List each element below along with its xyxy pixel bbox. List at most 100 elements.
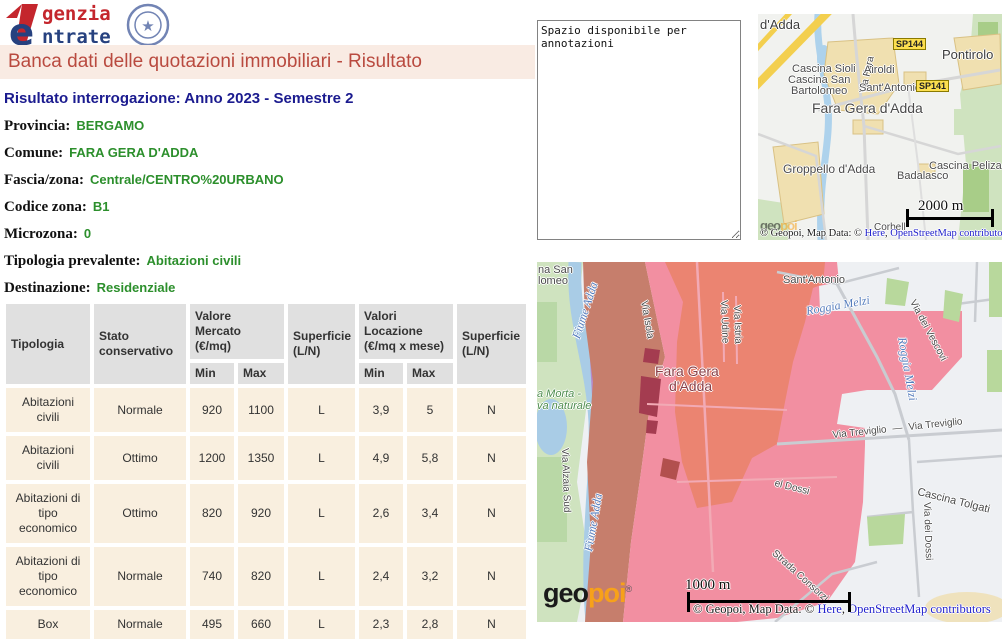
cell: Ottimo — [94, 436, 186, 480]
field-label: Destinazione: — [4, 280, 91, 296]
cell: Abitazioni civili — [6, 388, 90, 432]
map-label-morta-clipped: a Morta - — [537, 388, 581, 400]
cell: 3,2 — [407, 547, 453, 606]
map-label-via-udine: Via Udine — [718, 300, 731, 344]
agenzia-entrate-logo-icon: e genzia ntrate ★ — [6, 2, 186, 48]
geopoi-geo: geo — [543, 578, 588, 608]
col-tipologia: Tipologia — [6, 304, 90, 384]
road-dash: — — [892, 423, 903, 435]
field-comune: Comune: FARA GERA D'ADDA — [4, 139, 524, 166]
cell: 740 — [190, 547, 234, 606]
result-title: Risultato interrogazione: Anno 2023 - Se… — [4, 90, 354, 107]
cell: 820 — [190, 484, 234, 543]
cell: 1200 — [190, 436, 234, 480]
here-link[interactable]: Here — [865, 228, 885, 239]
field-label: Microzona: — [4, 226, 78, 242]
field-label: Codice zona: — [4, 199, 87, 215]
osm-link[interactable]: OpenStreetMap contributors — [848, 602, 991, 616]
italy-emblem-icon: ★ — [128, 5, 168, 45]
field-value: FARA GERA D'ADDA — [69, 145, 198, 160]
col-min: Min — [190, 363, 234, 384]
cell: 920 — [238, 484, 284, 543]
table-row: BoxNormale495660L2,32,8N — [6, 610, 526, 639]
map-label-via-dei-dossi: Via dei Dossi — [921, 502, 934, 561]
table-row: Abitazioni civiliOttimo12001350L4,95,8N — [6, 436, 526, 480]
cell: N — [457, 484, 526, 543]
field-label: Comune: — [4, 145, 63, 161]
field-tipologia-prevalente: Tipologia prevalente: Abitazioni civili — [4, 247, 524, 274]
cell: L — [288, 388, 355, 432]
map-label-bartolomeo: Bartolomeo — [791, 85, 847, 97]
cell: Abitazioni di tipo economico — [6, 547, 90, 606]
map-label-bartolomeo-clipped: lomeo — [538, 275, 568, 287]
cell: L — [288, 610, 355, 639]
field-value: Abitazioni civili — [147, 253, 242, 268]
cell: 920 — [190, 388, 234, 432]
col-superficie-2: Superficie (L/N) — [457, 304, 526, 384]
field-value: B1 — [93, 199, 110, 214]
map-label-pontirolo: Pontirolo — [942, 47, 993, 62]
cell: 3,4 — [407, 484, 453, 543]
col-max: Max — [407, 363, 453, 384]
svg-text:e: e — [9, 11, 34, 48]
cell: N — [457, 547, 526, 606]
cell: 4,9 — [359, 436, 403, 480]
col-min: Min — [359, 363, 403, 384]
field-value: 0 — [84, 226, 91, 241]
cell: 3,9 — [359, 388, 403, 432]
col-stato-conservativo: Stato conservativo — [94, 304, 186, 384]
osm-link[interactable]: OpenStreetMap contributors — [890, 228, 1002, 239]
col-valori-locazione: Valori Locazione (€/mq x mese) — [359, 304, 453, 359]
map-attribution: © Geopoi, Map Data: © Here, OpenStreetMa… — [760, 228, 1002, 239]
field-fascia-zona: Fascia/zona:Centrale/CENTRO%20URBANO — [4, 166, 524, 193]
table-row: Abitazioni civiliNormale9201100L3,95N — [6, 388, 526, 432]
cell: 1100 — [238, 388, 284, 432]
cell: Normale — [94, 547, 186, 606]
page-title-banner: Banca dati delle quotazioni immobiliari … — [0, 45, 535, 79]
map-label-groppello: Groppello d'Adda — [783, 162, 875, 176]
table-header-row: Tipologia Stato conservativo Valore Merc… — [6, 304, 526, 359]
zone-map[interactable]: na San lomeo Fiume Adda Fiume Adda Via A… — [537, 262, 1002, 622]
cell: 2,4 — [359, 547, 403, 606]
map-label-airoldi: Airoldi — [864, 64, 895, 76]
geopoi-poi: poi — [588, 578, 626, 608]
field-label: Provincia: — [4, 118, 70, 134]
col-superficie-1: Superficie (L/N) — [288, 304, 355, 384]
cell: 820 — [238, 547, 284, 606]
map-label-dadda: d'Adda — [669, 378, 712, 394]
road-badge-sp141: SP141 — [916, 80, 949, 92]
table-row: Abitazioni di tipo economicoNormale74082… — [6, 547, 526, 606]
cell: L — [288, 484, 355, 543]
field-destinazione: Destinazione:Residenziale — [4, 274, 524, 301]
field-label: Fascia/zona: — [4, 172, 84, 188]
svg-text:genzia: genzia — [42, 3, 111, 25]
overview-map[interactable]: d'Adda Via Fara Airoldi SP144 Pontirolo … — [758, 14, 1002, 240]
map-label-naturale-clipped: va naturale — [537, 400, 591, 412]
cell: 2,3 — [359, 610, 403, 639]
attribution-text: © Geopoi, Map Data: © — [760, 228, 865, 239]
map-label-via-alzaia-sud: Via Alzaia Sud — [559, 448, 572, 513]
annotations-textarea[interactable]: Spazio disponibile per annotazioni — [537, 20, 741, 240]
table-row: Abitazioni di tipo economicoOttimo820920… — [6, 484, 526, 543]
quotazioni-table: Tipologia Stato conservativo Valore Merc… — [2, 300, 530, 640]
field-microzona: Microzona: 0 — [4, 220, 524, 247]
svg-text:★: ★ — [141, 18, 154, 35]
page: e genzia ntrate ★ Banca dati delle quota… — [0, 0, 1002, 640]
field-value: BERGAMO — [76, 118, 144, 133]
cell: 5,8 — [407, 436, 453, 480]
col-valore-mercato: Valore Mercato (€/mq) — [190, 304, 284, 359]
cell: 495 — [190, 610, 234, 639]
cell: 5 — [407, 388, 453, 432]
cell: 2,6 — [359, 484, 403, 543]
field-label: Tipologia prevalente: — [4, 253, 141, 269]
cell: L — [288, 436, 355, 480]
agenzia-entrate-logo: e genzia ntrate ★ — [6, 2, 186, 48]
cell: Abitazioni di tipo economico — [6, 484, 90, 543]
cell: 1350 — [238, 436, 284, 480]
map-label-badalasco: Badalasco — [897, 170, 948, 182]
scale-bar — [906, 209, 994, 227]
cell: L — [288, 547, 355, 606]
cell: Box — [6, 610, 90, 639]
map-label-sant-antonio: Sant'Antonio — [783, 274, 845, 286]
cell: 2,8 — [407, 610, 453, 639]
